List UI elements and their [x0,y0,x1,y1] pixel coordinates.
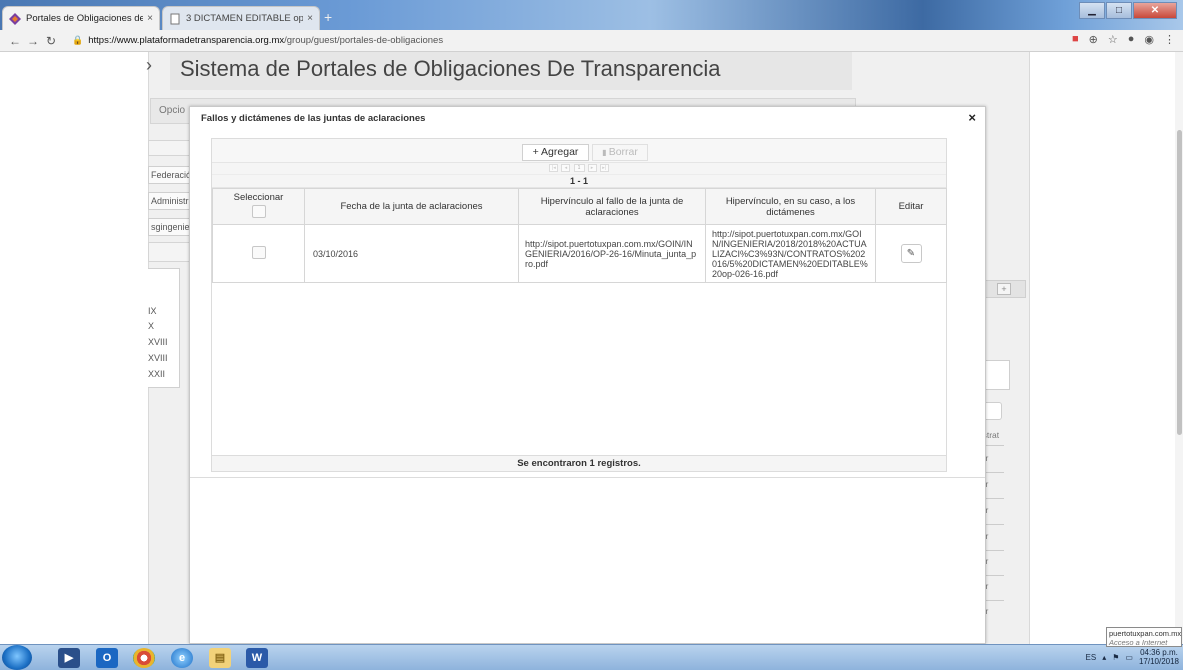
plus-icon[interactable]: + [997,283,1011,295]
url-host: https://www.plataformadetransparencia.or… [88,35,285,46]
dialog-title: Fallos y dictámenes de las juntas de acl… [201,113,426,124]
fraction-item[interactable]: X [148,321,154,331]
table-row: 03/10/2016 http://sipot.puertotuxpan.com… [212,224,947,283]
window-controls: ▁ □ ✕ [1079,2,1177,19]
add-button[interactable]: + Agregar [522,144,589,161]
lock-icon: 🔒 [72,35,84,45]
row-checkbox[interactable] [251,246,266,259]
records-count: Se encontraron 1 registros. [211,455,947,472]
system-tray: ES ▴ ⚑ ▭ 04:36 p.m. 17/10/2018 [1086,648,1179,666]
close-icon[interactable]: × [968,110,976,125]
column-header-label: Seleccionar [233,192,284,203]
edit-pencil-icon[interactable]: ✎ [900,244,922,263]
start-button[interactable] [2,645,32,670]
extension-icon[interactable]: ● [1128,33,1135,46]
forward-arrow-icon[interactable]: → [24,34,42,48]
last-page-icon[interactable]: ▸| [599,164,609,172]
first-page-icon[interactable]: |◂ [549,164,559,172]
chevron-up-icon[interactable]: ▴ [1102,653,1106,662]
trash-icon: ▮ [602,148,609,157]
page-number[interactable]: 1 [573,164,585,172]
options-label: Opcio [159,105,186,116]
site-favicon-icon [9,12,21,25]
word-icon[interactable]: W [246,648,268,668]
flag-icon[interactable]: ⚑ [1112,653,1119,662]
taskbar: ▶ O e ▤ W ES ▴ ⚑ ▭ 04:36 p.m. 17/10/2018 [0,644,1183,670]
delete-label: Borrar [608,146,638,158]
prev-page-icon[interactable]: ◂ [561,164,571,172]
next-page-icon[interactable]: ▸ [587,164,597,172]
tab-close-icon[interactable]: × [147,13,153,24]
new-tab-button[interactable]: + [324,9,332,25]
media-center-icon[interactable]: ▶ [58,648,80,668]
tooltip-status: Acceso a Internet [1109,638,1168,647]
tab-portales[interactable]: Portales de Obligaciones de Tran × [2,6,160,30]
browser-actions: ■ ⊕ ☆ ● ◉ ⋮ [1072,33,1175,46]
pager: |◂ ◂ 1 ▸ ▸| [212,163,946,175]
tooltip-host: puertotuxpan.com.mx [1109,629,1182,638]
select-cell [212,224,305,283]
window-close-button[interactable]: ✕ [1133,2,1177,19]
fraction-item[interactable]: IX [148,306,157,316]
divider [190,477,985,478]
language-indicator[interactable]: ES [1086,653,1097,662]
edit-cell: ✎ [875,224,947,283]
select-all-checkbox[interactable] [251,205,266,218]
internet-explorer-icon[interactable]: e [171,648,193,668]
scrollbar-thumb[interactable] [1177,130,1182,435]
col-fecha[interactable]: Fecha de la junta de aclaraciones [304,188,519,225]
menu-icon[interactable]: ⋮ [1164,33,1175,46]
minimize-button[interactable]: ▁ [1079,2,1105,19]
zoom-icon[interactable]: ⊕ [1089,33,1098,46]
document-icon [170,13,180,24]
url-path: /group/guest/portales-de-obligaciones [284,35,444,46]
delete-button[interactable]: ▮ Borrar [592,144,648,161]
fallo-link[interactable]: http://sipot.puertotuxpan.com.mx/GOIN/IN… [518,224,706,283]
tab-close-icon[interactable]: × [307,13,313,24]
network-tooltip: puertotuxpan.com.mx Acceso a Internet [1106,627,1182,647]
page-count: 1 - 1 [212,175,946,188]
col-fallo[interactable]: Hipervínculo al fallo de la junta de acl… [518,188,706,225]
records-table: Seleccionar Fecha de la junta de aclarac… [212,188,947,283]
dictamen-link[interactable]: http://sipot.puertotuxpan.com.mx/GOIN/IN… [705,224,876,283]
fecha-cell: 03/10/2016 [304,224,519,283]
records-grid: + Agregar ▮ Borrar |◂ ◂ 1 ▸ ▸| 1 - 1 Sel… [211,138,947,472]
tab-title: Portales de Obligaciones de Tran [26,13,143,24]
clock-time: 04:36 p.m. [1140,648,1178,657]
table-header-row: Seleccionar Fecha de la junta de aclarac… [212,188,947,225]
col-select: Seleccionar [212,188,305,225]
translate-icon[interactable]: ■ [1072,33,1079,46]
col-dictamen[interactable]: Hipervínculo, en su caso, a los dictámen… [705,188,876,225]
outlook-icon[interactable]: O [96,648,118,668]
chrome-icon[interactable] [133,648,155,668]
col-editar: Editar [875,188,947,225]
fraction-item[interactable]: XXII [148,369,165,379]
fraction-item[interactable]: XVIII [148,353,168,363]
fraction-item[interactable]: XVIII [148,337,168,347]
file-explorer-icon[interactable]: ▤ [209,648,231,668]
maximize-button[interactable]: □ [1106,2,1132,19]
clock[interactable]: 04:36 p.m. 17/10/2018 [1139,648,1179,666]
tab-dictamen[interactable]: 3 DICTAMEN EDITABLE op-026-1 × [162,6,320,30]
fallos-dialog: Fallos y dictámenes de las juntas de acl… [189,106,986,644]
browser-tabstrip: Portales de Obligaciones de Tran × 3 DIC… [0,0,1183,30]
back-arrow-icon[interactable]: ← [6,34,24,48]
profile-icon[interactable]: ◉ [1144,33,1154,46]
chevron-right-icon[interactable]: › [146,55,152,76]
reload-icon[interactable]: ↻ [42,34,60,48]
grid-toolbar: + Agregar ▮ Borrar [212,139,946,163]
star-icon[interactable]: ☆ [1108,33,1118,46]
page-title: Sistema de Portales de Obligaciones De T… [180,56,721,81]
address-bar: ← → ↻ 🔒 https://www.plataformadetranspar… [0,30,1183,52]
url-field[interactable]: https://www.plataformadetransparencia.or… [88,35,443,46]
clock-date: 17/10/2018 [1138,657,1179,666]
tab-title: 3 DICTAMEN EDITABLE op-026-1 [186,13,304,24]
network-icon[interactable]: ▭ [1125,653,1133,662]
